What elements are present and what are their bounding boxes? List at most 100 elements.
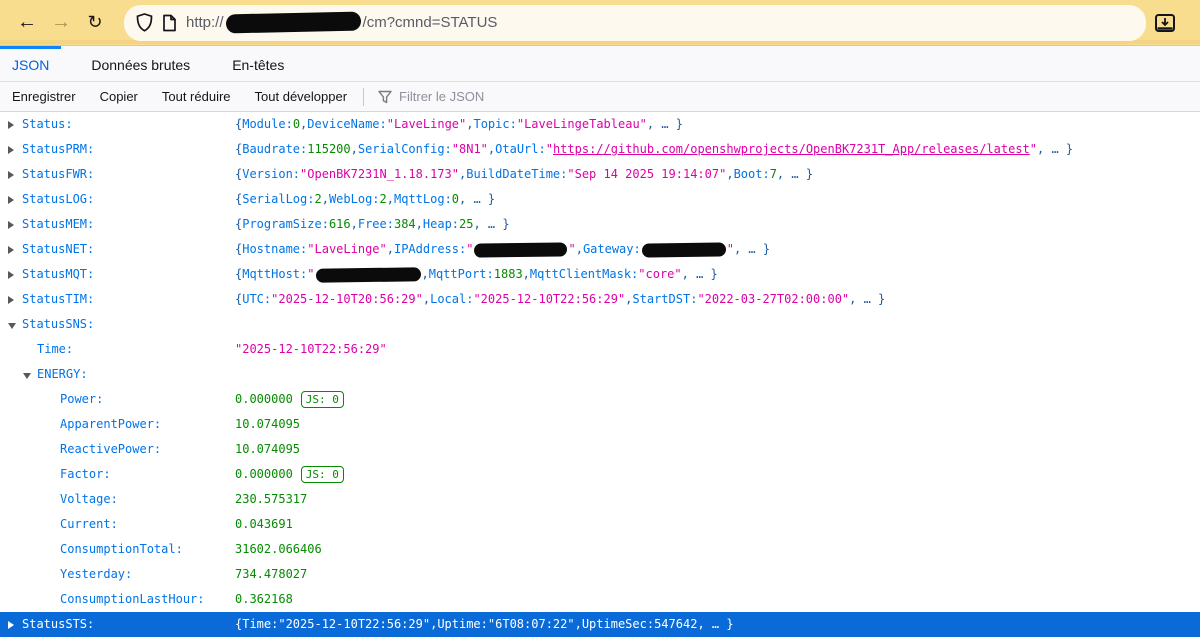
json-token: UTC: bbox=[242, 292, 272, 306]
json-token: , bbox=[458, 167, 467, 181]
json-value: { UTC: "2025-12-10T20:56:29", Local: "20… bbox=[235, 287, 885, 312]
redaction-blob bbox=[641, 241, 726, 258]
page-info-icon[interactable] bbox=[162, 14, 177, 32]
json-key: StatusSNS: bbox=[22, 317, 95, 331]
twisty-collapsed-icon[interactable] bbox=[8, 296, 22, 304]
save-button[interactable]: Enregistrer bbox=[0, 82, 88, 111]
json-value: 0.000000 JS: 0 bbox=[235, 462, 344, 487]
json-value: 31602.066406 bbox=[235, 537, 322, 562]
expand-all-button[interactable]: Tout développer bbox=[243, 82, 360, 111]
json-token: "2025-12-10T22:56:29" bbox=[473, 292, 626, 306]
json-row-StatusNET[interactable]: StatusNET: { Hostname: "LaveLinge", IPAdd… bbox=[0, 237, 1200, 262]
twisty-collapsed-icon[interactable] bbox=[8, 196, 22, 204]
redaction-blob bbox=[474, 241, 568, 258]
json-token: , … } bbox=[459, 192, 496, 206]
json-row-Time[interactable]: Time: "2025-12-10T22:56:29" bbox=[0, 337, 1200, 362]
json-token: MqttHost: bbox=[242, 267, 308, 281]
json-token: 1883 bbox=[493, 267, 523, 281]
json-token: Free: bbox=[357, 217, 394, 231]
json-token: , bbox=[574, 617, 582, 631]
json-token: ProgramSize: bbox=[242, 217, 329, 231]
forward-button[interactable]: → bbox=[44, 6, 78, 40]
json-row-ConsumptionTotal[interactable]: ConsumptionTotal: 31602.066406 bbox=[0, 537, 1200, 562]
json-token: 10.074095 bbox=[235, 417, 301, 431]
json-command-bar: Enregistrer Copier Tout réduire Tout dév… bbox=[0, 82, 1200, 112]
shield-icon[interactable] bbox=[136, 13, 153, 32]
json-token: , bbox=[466, 117, 474, 131]
json-value: 0.362168 bbox=[235, 587, 293, 612]
url-prefix: http:// bbox=[186, 14, 224, 31]
downloads-button[interactable] bbox=[1154, 12, 1176, 34]
json-row-StatusMQT[interactable]: StatusMQT: { MqttHost: ", MqttPort: 1883,… bbox=[0, 262, 1200, 287]
json-key: StatusNET: bbox=[22, 242, 95, 256]
json-row-StatusMEM[interactable]: StatusMEM: { ProgramSize: 616, Free: 384,… bbox=[0, 212, 1200, 237]
redaction-blob bbox=[315, 266, 421, 283]
url-bar[interactable]: http:// /cm?cmnd=STATUS bbox=[124, 4, 1146, 41]
json-token: , bbox=[300, 117, 308, 131]
json-row-ApparentPower[interactable]: ApparentPower: 10.074095 bbox=[0, 412, 1200, 437]
json-token: "LaveLinge" bbox=[307, 242, 387, 256]
url-redaction bbox=[225, 11, 361, 34]
tab-raw-data[interactable]: Données brutes bbox=[79, 46, 202, 81]
twisty-collapsed-icon[interactable] bbox=[8, 171, 22, 179]
json-token: " bbox=[307, 267, 315, 281]
back-button[interactable]: ← bbox=[10, 6, 44, 40]
json-row-ENERGY[interactable]: ENERGY: bbox=[0, 362, 1200, 387]
reload-button[interactable]: ↻ bbox=[78, 6, 112, 40]
json-token: , … } bbox=[697, 617, 734, 631]
json-value: { Version: "OpenBK7231N_1.18.173", Build… bbox=[235, 162, 813, 187]
json-token: 0 bbox=[292, 117, 301, 131]
json-row-Voltage[interactable]: Voltage: 230.575317 bbox=[0, 487, 1200, 512]
json-token: BuildDateTime: bbox=[466, 167, 568, 181]
json-row-Factor[interactable]: Factor: 0.000000 JS: 0 bbox=[0, 462, 1200, 487]
json-token: IPAddress: bbox=[393, 242, 467, 256]
json-row-ReactivePower[interactable]: ReactivePower: 10.074095 bbox=[0, 437, 1200, 462]
collapse-all-button[interactable]: Tout réduire bbox=[150, 82, 243, 111]
json-row-Current[interactable]: Current: 0.043691 bbox=[0, 512, 1200, 537]
json-token: Topic: bbox=[473, 117, 517, 131]
ota-url-link[interactable]: https://github.com/openshwprojects/OpenB… bbox=[553, 137, 1030, 162]
json-token: 2 bbox=[314, 192, 322, 206]
copy-button[interactable]: Copier bbox=[88, 82, 150, 111]
tab-headers[interactable]: En-têtes bbox=[220, 46, 296, 81]
json-row-StatusSTS[interactable]: StatusSTS: { Time: "2025-12-10T22:56:29",… bbox=[0, 612, 1200, 637]
json-value: { MqttHost: ", MqttPort: 1883, MqttClien… bbox=[235, 262, 718, 287]
json-value: 230.575317 bbox=[235, 487, 307, 512]
tab-json[interactable]: JSON bbox=[0, 46, 62, 81]
json-row-StatusFWR[interactable]: StatusFWR: { Version: "OpenBK7231N_1.18.1… bbox=[0, 162, 1200, 187]
json-row-ConsumptionLastHour[interactable]: ConsumptionLastHour: 0.362168 bbox=[0, 587, 1200, 612]
json-row-StatusLOG[interactable]: StatusLOG: { SerialLog: 2, WebLog: 2, Mqt… bbox=[0, 187, 1200, 212]
json-token: MqttPort: bbox=[428, 267, 494, 281]
twisty-expanded-icon[interactable] bbox=[8, 321, 22, 329]
twisty-collapsed-icon[interactable] bbox=[8, 121, 22, 129]
json-value: 0.043691 bbox=[235, 512, 293, 537]
json-row-StatusPRM[interactable]: StatusPRM: { Baudrate: 115200, SerialConf… bbox=[0, 137, 1200, 162]
twisty-collapsed-icon[interactable] bbox=[8, 246, 22, 254]
json-key: StatusMEM: bbox=[22, 217, 95, 231]
twisty-collapsed-icon[interactable] bbox=[8, 621, 22, 629]
json-row-StatusTIM[interactable]: StatusTIM:{ UTC: "2025-12-10T20:56:29", … bbox=[0, 287, 1200, 312]
filter-area bbox=[368, 89, 620, 104]
json-token: UptimeSec: bbox=[581, 617, 655, 631]
json-value: { Baudrate: 115200, SerialConfig: "8N1",… bbox=[235, 137, 1073, 162]
json-row-Power[interactable]: Power: 0.000000 JS: 0 bbox=[0, 387, 1200, 412]
twisty-collapsed-icon[interactable] bbox=[8, 271, 22, 279]
json-row-StatusSNS[interactable]: StatusSNS: bbox=[0, 312, 1200, 337]
json-token: Heap: bbox=[422, 217, 460, 231]
json-row-Yesterday[interactable]: Yesterday: 734.478027 bbox=[0, 562, 1200, 587]
json-token: "6T08:07:22" bbox=[487, 617, 575, 631]
url-text[interactable]: http:// /cm?cmnd=STATUS bbox=[186, 11, 497, 34]
json-token: "2025-12-10T20:56:29" bbox=[271, 292, 423, 306]
json-token: { bbox=[235, 192, 243, 206]
json-row-Status[interactable]: Status: { Module: 0, DeviceName: "LaveLin… bbox=[0, 112, 1200, 137]
json-token: { bbox=[235, 217, 243, 231]
json-token: , bbox=[386, 192, 394, 206]
twisty-collapsed-icon[interactable] bbox=[8, 146, 22, 154]
json-token: { bbox=[235, 267, 243, 281]
filter-json-input[interactable] bbox=[399, 89, 620, 104]
twisty-expanded-icon[interactable] bbox=[23, 371, 37, 379]
json-token: Local: bbox=[430, 292, 474, 306]
json-value: 0.000000 JS: 0 bbox=[235, 387, 344, 412]
json-token: , … } bbox=[849, 292, 886, 306]
twisty-collapsed-icon[interactable] bbox=[8, 221, 22, 229]
